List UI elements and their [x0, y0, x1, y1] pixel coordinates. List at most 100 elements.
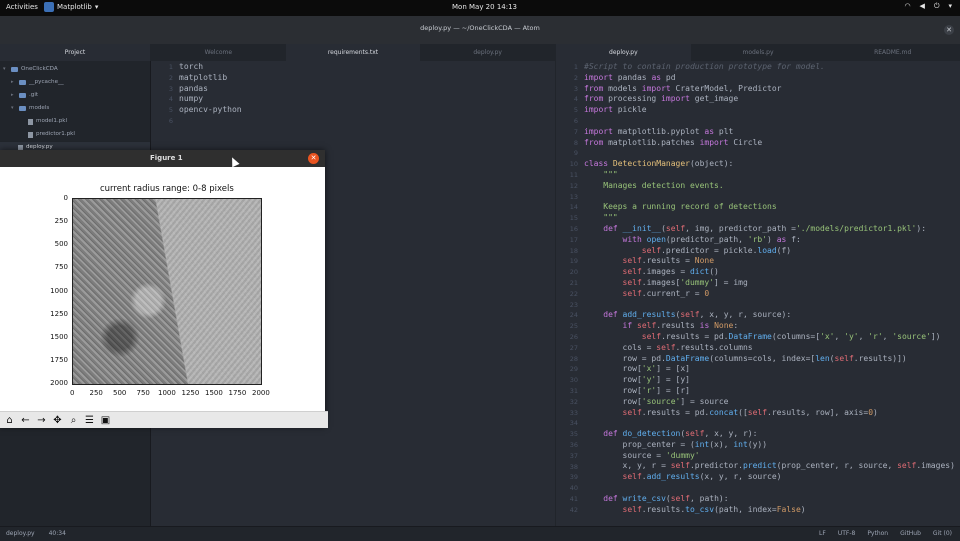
line-number: 40 [569, 484, 578, 493]
x-tick-label: 750 [136, 389, 150, 397]
forward-icon[interactable]: → [35, 414, 48, 427]
line-number: 8 [573, 138, 578, 147]
y-tick-label: 2000 [50, 379, 68, 387]
tree-item-git[interactable]: ▸ .git [11, 90, 38, 101]
status-eol[interactable]: LF [819, 530, 826, 537]
y-tick-label: 750 [54, 263, 68, 272]
figure-titlebar[interactable]: Figure 1 ✕ [0, 150, 325, 167]
status-grammar[interactable]: Python [867, 530, 888, 537]
y-tick-label: 250 [54, 217, 68, 226]
chevron-down-icon: ▾ [3, 66, 6, 72]
tab-project[interactable]: Project [0, 44, 150, 61]
save-icon[interactable]: ▣ [99, 414, 112, 427]
line-number: 10 [569, 160, 578, 169]
line-number: 2 [168, 73, 173, 82]
status-file[interactable]: deploy.py [6, 530, 35, 537]
activities-button[interactable]: Activities [6, 3, 38, 11]
right-tabbar: deploy.py models.py README.md [556, 44, 960, 62]
status-bar: deploy.py 40:34 LF UTF-8 Python GitHub Git (0… [0, 526, 960, 541]
line-number: 37 [569, 451, 578, 460]
home-icon[interactable]: ⌂ [3, 414, 16, 427]
close-icon[interactable]: ✕ [308, 153, 319, 164]
tab-requirements[interactable]: requirements.txt [285, 44, 421, 61]
line-number: 19 [569, 257, 578, 266]
line-number: 34 [569, 419, 578, 428]
tree-item-pycache[interactable]: ▸ __pycache__ [11, 77, 64, 88]
line-number: 1 [573, 63, 578, 71]
line-number: 5 [168, 106, 173, 115]
left-tabbar: Welcome requirements.txt deploy.py [151, 44, 555, 62]
close-window-button[interactable]: ✕ [944, 25, 954, 35]
code-line: matplotlib [179, 72, 228, 82]
chevron-down-icon: ▾ [11, 105, 14, 111]
system-tray[interactable]: ◠ ◀ ⏻ ▾ [904, 2, 952, 11]
line-number: 3 [168, 84, 173, 93]
line-number: 9 [573, 149, 578, 158]
line-number: 11 [569, 171, 578, 179]
tab-readme[interactable]: README.md [825, 44, 960, 61]
line-number: 4 [168, 95, 173, 104]
tab-models[interactable]: models.py [691, 44, 826, 61]
folder-icon [11, 67, 18, 72]
y-tick-label: 0 [63, 194, 68, 202]
line-number: 2 [573, 73, 578, 82]
chevron-down-icon: ▾ [94, 3, 99, 11]
x-tick-label: 0 [70, 389, 75, 397]
code-line: numpy [179, 94, 204, 104]
line-number: 42 [569, 505, 578, 514]
x-tick-label: 500 [113, 389, 127, 397]
y-tick-label: 1000 [50, 286, 68, 295]
tree-item-predictor1[interactable]: predictor1.pkl [28, 129, 75, 140]
file-icon [28, 118, 33, 125]
tree-tabbar: Project [0, 44, 150, 62]
line-number: 29 [569, 365, 578, 374]
y-tick-label: 1750 [50, 355, 68, 364]
y-tick-label: 500 [54, 240, 68, 249]
line-number: 6 [573, 117, 578, 125]
line-number: 15 [569, 214, 578, 223]
figure-toolbar: ⌂ ← → ✥ ⌕ ☰ ▣ [0, 411, 328, 428]
app-name: Matplotlib [57, 3, 92, 11]
line-number: 36 [569, 441, 578, 449]
status-cursor-position[interactable]: 40:34 [49, 530, 66, 537]
line-number: 18 [569, 246, 578, 255]
chevron-down-icon: ▾ [948, 2, 952, 10]
status-encoding[interactable]: UTF-8 [838, 530, 856, 537]
tab-deploy-left[interactable]: deploy.py [420, 44, 555, 61]
tree-root[interactable]: ▾ OneClickCDA [3, 64, 58, 75]
status-git[interactable]: Git (0) [933, 530, 952, 537]
configure-subplots-icon[interactable]: ☰ [83, 414, 96, 427]
x-tick-label: 1500 [205, 389, 223, 397]
line-number: 14 [569, 203, 578, 212]
line-number: 13 [569, 192, 578, 201]
zoom-icon[interactable]: ⌕ [67, 414, 80, 427]
app-menu[interactable]: Matplotlib ▾ [44, 2, 98, 12]
back-icon[interactable]: ← [19, 414, 32, 427]
tree-item-models[interactable]: ▾ models [11, 103, 49, 114]
volume-icon: ◀ [919, 2, 925, 10]
tab-welcome[interactable]: Welcome [151, 44, 286, 61]
line-number: 21 [569, 279, 578, 287]
status-github[interactable]: GitHub [900, 530, 921, 537]
code-area[interactable]: #Script to contain production prototype … [584, 62, 955, 515]
plot-title: current radius range: 0-8 pixels [100, 184, 234, 194]
pan-icon[interactable]: ✥ [51, 414, 64, 427]
figure-window[interactable]: Figure 1 ✕ current radius range: 0-8 pix… [0, 150, 328, 428]
line-number-gutter: 1 2 3 4 5 6 7 8 9 10 11 12 13 14 15 16 17 18 19 20 21 22 23 24 2… [556, 61, 582, 526]
line-number: 26 [569, 333, 578, 341]
line-number: 28 [569, 354, 578, 363]
chevron-right-icon: ▸ [11, 79, 14, 85]
line-number: 22 [569, 289, 578, 298]
line-number: 4 [573, 95, 578, 104]
figure-title: Figure 1 [150, 154, 183, 162]
editor-right[interactable]: 1 2 3 4 5 6 7 8 9 10 11 12 13 14 15 16 17 18 19 20 21 22 23 24 2… [556, 61, 960, 526]
chevron-right-icon: ▸ [11, 92, 14, 98]
line-number: 33 [569, 408, 578, 417]
clock[interactable]: Mon May 20 14:13 [452, 3, 517, 11]
line-number: 7 [573, 127, 578, 136]
line-number: 41 [569, 495, 578, 503]
tree-item-model1[interactable]: model1.pkl [28, 116, 67, 127]
tab-deploy[interactable]: deploy.py [556, 44, 691, 61]
crater-image[interactable] [72, 198, 262, 385]
line-number: 3 [573, 84, 578, 93]
